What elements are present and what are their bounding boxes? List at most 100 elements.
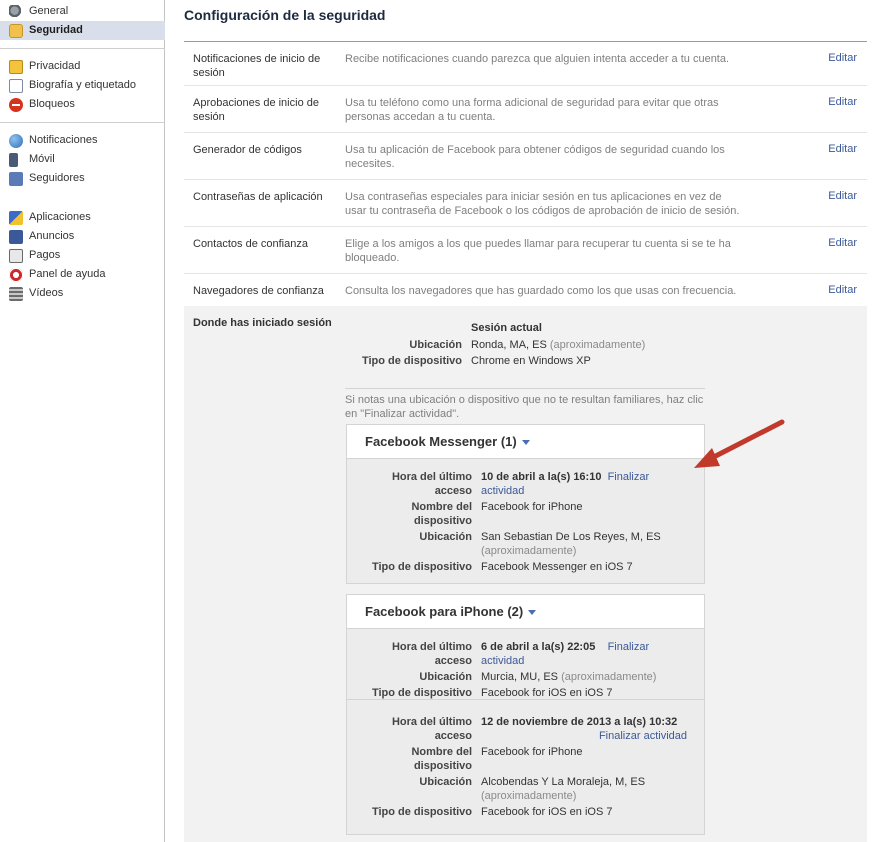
setting-label: Contraseñas de aplicación [193,191,323,203]
sidebar-group-notifications: Notificaciones Móvil Seguidores [0,129,164,192]
sidebar-item-general[interactable]: General [0,2,165,21]
sidebar-item-payments[interactable]: Pagos [0,246,165,265]
location-value: Alcobendas Y La Moraleja, M, ES [481,776,646,788]
setting-label: Notificaciones de inicio de sesión [193,53,321,79]
location-value: Ronda, MA, ES [471,339,547,351]
last-access-key: Hora del último acceso [391,471,472,497]
session-card-header: Facebook para iPhone (2) [347,595,704,629]
chevron-down-icon[interactable] [521,440,530,445]
sidebar-item-apps[interactable]: Aplicaciones [0,208,165,227]
sidebar-group-account: General Seguridad [0,0,165,44]
location-value-wrap: San Sebastian De Los Reyes, M, ES (aprox… [472,530,695,558]
arrow-shaft [701,419,785,465]
device-type-value: Facebook for iOS en iOS 7 [481,806,613,818]
setting-row-login-approvals[interactable]: Aprobaciones de inicio de sesión Usa tu … [184,86,867,133]
sidebar-item-security[interactable]: Seguridad [0,21,165,40]
current-session-device: Tipo de dispositivo Chrome en Windows XP [345,354,591,368]
last-access-value-wrap: 12 de noviembre de 2013 a la(s) 10:32 Fi… [472,715,695,743]
last-access-value-wrap: 10 de abril a la(s) 16:10 Finalizar acti… [472,470,695,498]
device-type-key: Tipo de dispositivo [371,806,472,818]
ads-icon [9,229,23,244]
location-key: Ubicación [409,339,462,351]
session-card-header: Facebook Messenger (1) [347,425,704,459]
edit-login-approvals-link[interactable]: Editar [828,96,857,108]
sidebar-item-label: Notificaciones [29,134,98,146]
approx-note: (aproximadamente) [481,790,577,802]
last-access-value: 10 de abril a la(s) 16:10 [481,471,602,483]
current-session-location: Ubicación Ronda, MA, ES (aproximadamente… [345,338,645,352]
location-row: Ubicación San Sebastian De Los Reyes, M,… [347,530,704,558]
general-gears-icon [9,4,23,19]
device-type-value: Facebook Messenger en iOS 7 [481,561,633,573]
sidebar-item-help[interactable]: Panel de ayuda [0,265,165,284]
session-card-iphone: Facebook para iPhone (2) Hora del último… [346,594,705,835]
mobile-phone-icon [9,152,18,167]
device-type-key: Tipo de dispositivo [371,687,472,699]
sidebar-item-label: Panel de ayuda [29,268,106,280]
device-name-value: Facebook for iPhone [481,746,583,758]
notifications-globe-icon [9,133,23,148]
approx-note: (aproximadamente) [561,671,657,683]
chevron-down-icon[interactable] [528,610,537,615]
edit-trusted-contacts-link[interactable]: Editar [828,237,857,249]
sidebar-item-label: Bloqueos [29,98,75,110]
location-row: Ubicación Murcia, MU, ES (aproximadament… [347,670,704,684]
location-value: San Sebastian De Los Reyes, M, ES [481,531,661,543]
location-value-wrap: Alcobendas Y La Moraleja, M, ES (aproxim… [472,775,695,803]
setting-row-trusted-browsers[interactable]: Navegadores de confianza Consulta los na… [184,274,867,307]
location-key: Ubicación [419,671,472,683]
sidebar-item-label: Pagos [29,249,61,261]
last-access-key: Hora del último acceso [391,716,472,742]
sidebar-item-label: Móvil [29,153,55,165]
sidebar-item-privacy[interactable]: Privacidad [0,57,165,76]
sidebar-item-label: Seguidores [29,172,85,184]
timeline-icon [9,78,23,93]
session-entry: Hora del último acceso 10 de abril a la(… [347,459,704,574]
approx-note: (aproximadamente) [549,339,646,351]
setting-label: Navegadores de confianza [193,285,324,297]
sidebar-item-label: Vídeos [29,287,64,299]
approx-note: (aproximadamente) [481,545,577,557]
location-key: Ubicación [419,531,472,543]
setting-row-code-generator[interactable]: Generador de códigos Usa tu aplicación d… [184,133,867,180]
session-card-title: Facebook para iPhone (2) [365,603,524,619]
arrow-head [694,448,720,468]
sidebar-item-blocking[interactable]: Bloqueos [0,95,165,114]
sidebar-item-notifications[interactable]: Notificaciones [0,131,165,150]
sidebar-item-videos[interactable]: Vídeos [0,284,165,303]
last-access-value-wrap: 6 de abril a la(s) 22:05 Finalizar activ… [472,640,695,668]
sidebar-item-mobile[interactable]: Móvil [0,150,165,169]
setting-description: Usa contraseñas especiales para iniciar … [345,191,740,217]
sidebar-item-followers[interactable]: Seguidores [0,169,165,188]
last-access-value: 6 de abril a la(s) 22:05 [481,641,596,653]
sidebar-item-label: Anuncios [29,230,75,242]
setting-description: Usa tu teléfono como una forma adicional… [345,97,719,123]
setting-row-login-alerts[interactable]: Notificaciones de inicio de sesión Recib… [184,42,867,86]
payments-card-icon [9,248,23,263]
setting-description: Usa tu aplicación de Facebook para obten… [345,144,725,170]
last-access-key: Hora del último acceso [391,641,472,667]
sidebar-item-label: Privacidad [29,60,81,72]
edit-login-alerts-link[interactable]: Editar [828,52,857,64]
setting-description: Recibe notificaciones cuando parezca que… [345,53,730,65]
sidebar-item-timeline[interactable]: Biografía y etiquetado [0,76,165,95]
device-type-key: Tipo de dispositivo [361,355,462,367]
help-lifebuoy-icon [9,267,23,282]
sidebar-group-apps: Aplicaciones Anuncios Pagos Panel de ayu… [0,206,164,307]
edit-code-generator-link[interactable]: Editar [828,143,857,155]
sidebar-item-ads[interactable]: Anuncios [0,227,165,246]
last-access-value: 12 de noviembre de 2013 a la(s) 10:32 [481,716,678,728]
setting-row-app-passwords[interactable]: Contraseñas de aplicación Usa contraseña… [184,180,867,227]
end-activity-link[interactable]: Finalizar actividad [481,729,695,743]
page-title: Configuración de la seguridad [184,7,386,23]
device-name-value: Facebook for iPhone [481,501,583,513]
last-access-row: Hora del último acceso 12 de noviembre d… [347,715,704,743]
setting-row-trusted-contacts[interactable]: Contactos de confianza Elige a los amigo… [184,227,867,274]
setting-label: Generador de códigos [193,144,302,156]
edit-trusted-browsers-link[interactable]: Editar [828,284,857,296]
edit-app-passwords-link[interactable]: Editar [828,190,857,202]
device-name-key: Nombre del dispositivo [411,501,472,527]
device-name-row: Nombre del dispositivo Facebook for iPho… [347,745,704,773]
current-session-heading: Sesión actual [471,322,542,334]
device-type-row: Tipo de dispositivo Facebook Messenger e… [347,560,704,574]
